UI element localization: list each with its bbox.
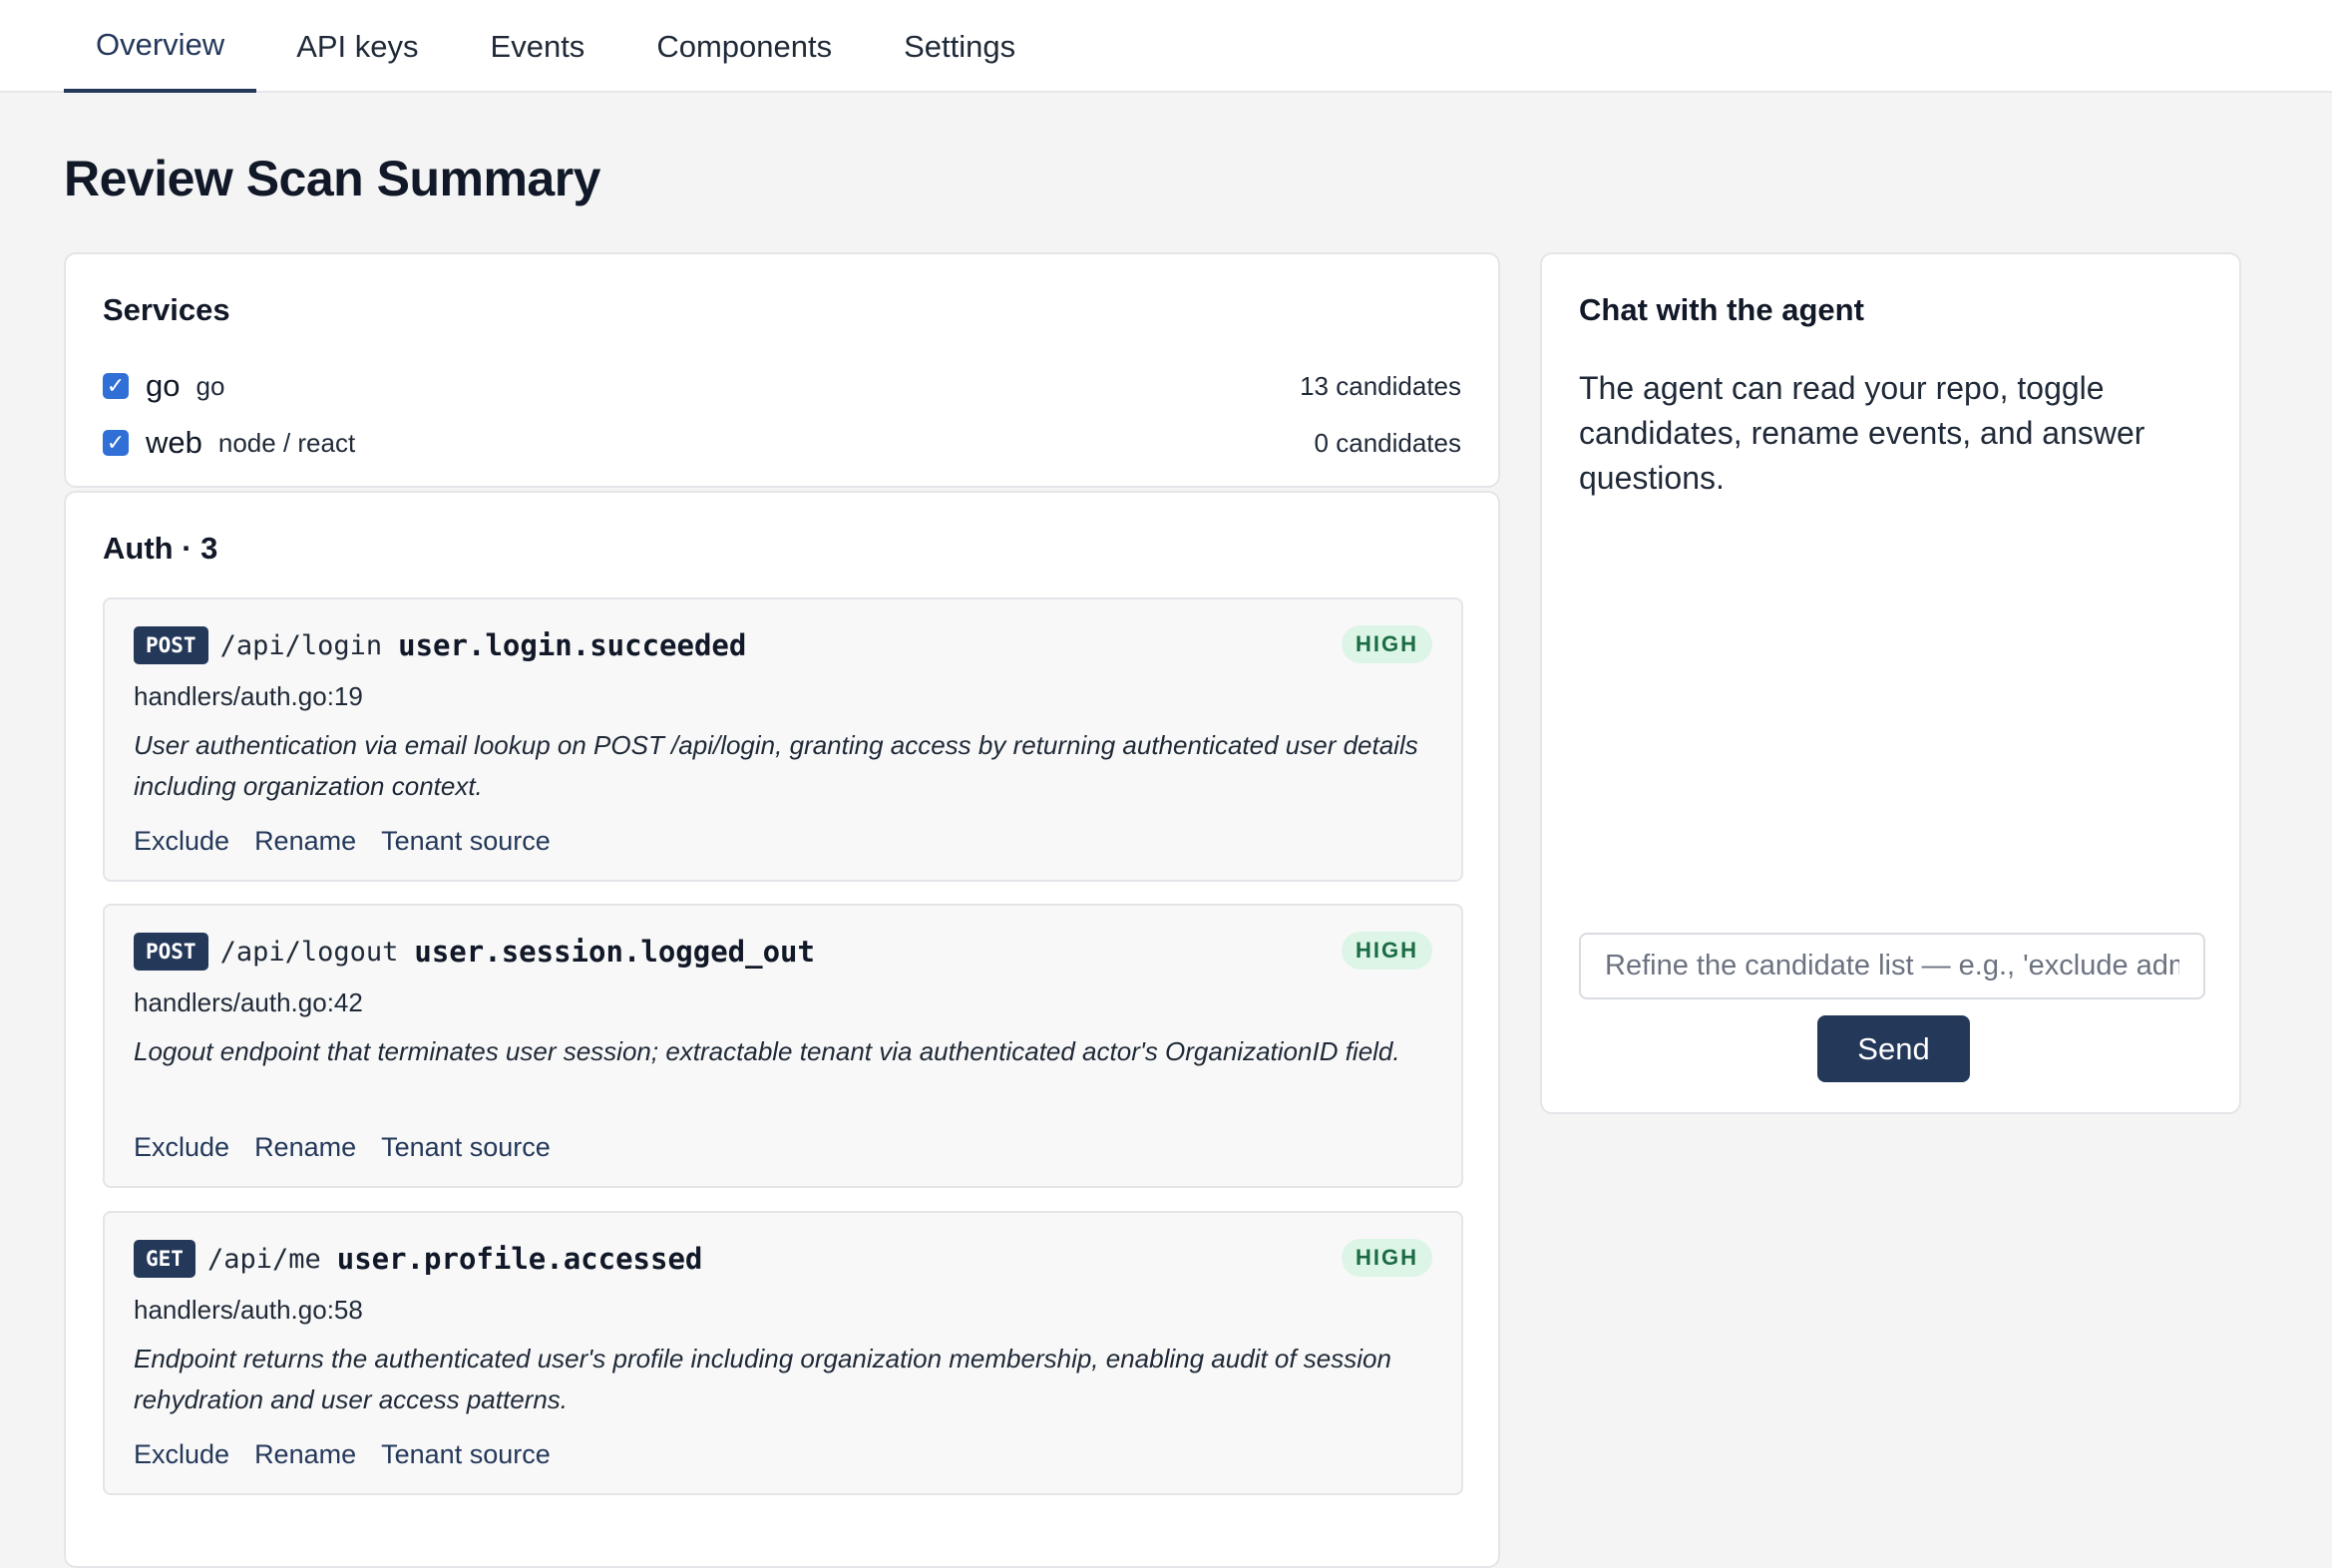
source-location: handlers/auth.go:42 — [134, 987, 363, 1017]
chat-title: Chat with the agent — [1579, 292, 1864, 327]
endpoint-path: /api/logout — [219, 936, 399, 968]
tab-api-keys[interactable]: API keys — [264, 0, 450, 93]
top-nav: Overview API keys Events Components Sett… — [0, 0, 2332, 93]
tab-events[interactable]: Events — [459, 0, 617, 93]
service-row-go: ✓ go go 13 candidates — [103, 366, 1461, 406]
http-method-badge: POST — [134, 933, 208, 971]
tab-components[interactable]: Components — [624, 0, 864, 93]
source-location: handlers/auth.go:58 — [134, 1295, 363, 1325]
event-name: user.login.succeeded — [398, 628, 747, 662]
send-button[interactable]: Send — [1817, 1015, 1970, 1082]
candidate-description: Endpoint returns the authenticated user'… — [134, 1344, 1391, 1414]
chat-description: The agent can read your repo, toggle can… — [1579, 370, 2145, 496]
tab-bar: Overview API keys Events Components Sett… — [64, 0, 1055, 93]
rename-link[interactable]: Rename — [254, 1439, 356, 1470]
tenant-source-link[interactable]: Tenant source — [381, 1132, 551, 1163]
services-card: Services ✓ go go 13 candidates ✓ web nod… — [64, 252, 1500, 488]
service-checkbox-go[interactable]: ✓ — [103, 373, 129, 399]
candidate-card: GET /api/me user.profile.accessed HIGH h… — [103, 1211, 1463, 1495]
chat-input[interactable] — [1579, 933, 2205, 999]
service-checkbox-web[interactable]: ✓ — [103, 430, 129, 456]
tab-overview[interactable]: Overview — [64, 0, 257, 93]
exclude-link[interactable]: Exclude — [134, 1132, 229, 1163]
chat-panel: Chat with the agent The agent can read y… — [1540, 252, 2241, 1114]
confidence-badge: HIGH — [1342, 625, 1432, 663]
service-row-web: ✓ web node / react 0 candidates — [103, 423, 1461, 463]
exclude-link[interactable]: Exclude — [134, 1439, 229, 1470]
service-tech: node / react — [217, 427, 356, 458]
services-title: Services — [103, 292, 230, 327]
http-method-badge: POST — [134, 626, 208, 664]
candidate-description: User authentication via email lookup on … — [134, 730, 1418, 801]
candidate-card: POST /api/login user.login.succeeded HIG… — [103, 597, 1463, 882]
candidate-description: Logout endpoint that terminates user ses… — [134, 1036, 1400, 1066]
confidence-badge: HIGH — [1342, 1239, 1432, 1277]
service-name: go — [146, 368, 181, 403]
event-name: user.session.logged_out — [414, 935, 815, 969]
event-name: user.profile.accessed — [336, 1242, 703, 1276]
service-tech: go — [195, 370, 225, 401]
tenant-source-link[interactable]: Tenant source — [381, 826, 551, 857]
service-name: web — [146, 425, 202, 460]
endpoint-path: /api/login — [219, 629, 383, 661]
http-method-badge: GET — [134, 1240, 195, 1278]
exclude-link[interactable]: Exclude — [134, 826, 229, 857]
confidence-badge: HIGH — [1342, 932, 1432, 970]
checkmark-icon: ✓ — [106, 373, 126, 398]
rename-link[interactable]: Rename — [254, 826, 356, 857]
auth-group-card: Auth · 3 POST /api/login user.login.succ… — [64, 491, 1500, 1568]
service-candidate-count: 0 candidates — [1314, 427, 1461, 458]
tenant-source-link[interactable]: Tenant source — [381, 1439, 551, 1470]
auth-group-title: Auth · 3 — [103, 531, 218, 566]
endpoint-path: /api/me — [206, 1243, 321, 1275]
service-candidate-count: 13 candidates — [1300, 370, 1461, 401]
candidate-card: POST /api/logout user.session.logged_out… — [103, 904, 1463, 1188]
page-title: Review Scan Summary — [64, 151, 601, 206]
rename-link[interactable]: Rename — [254, 1132, 356, 1163]
source-location: handlers/auth.go:19 — [134, 681, 363, 711]
tab-settings[interactable]: Settings — [872, 0, 1047, 93]
checkmark-icon: ✓ — [106, 430, 126, 455]
